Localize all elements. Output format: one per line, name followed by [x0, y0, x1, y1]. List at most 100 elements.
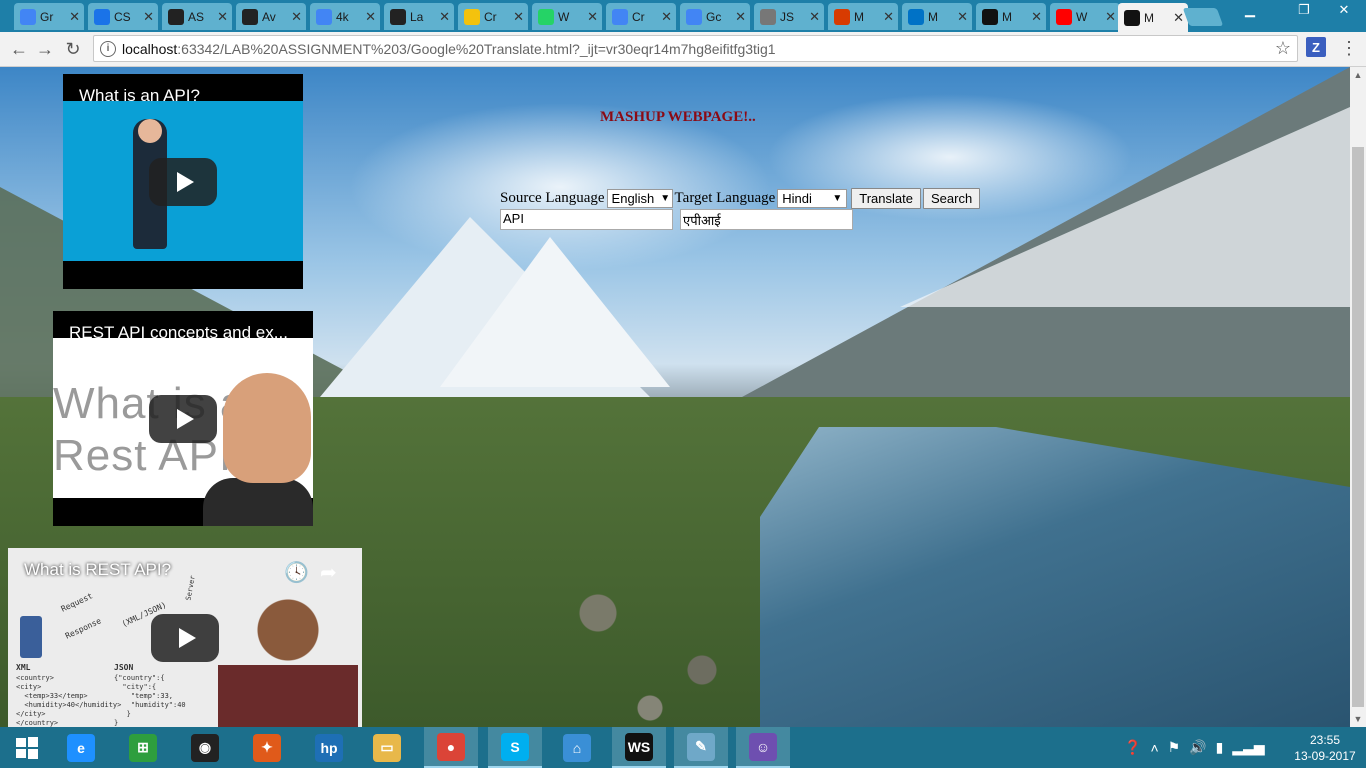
- play-button-icon[interactable]: [149, 158, 217, 206]
- menu-icon[interactable]: ⋮: [1340, 38, 1358, 59]
- vertical-scrollbar[interactable]: ▲ ▼: [1350, 67, 1366, 727]
- browser-tab[interactable]: Cr ✕: [606, 3, 676, 30]
- taskbar-app-button[interactable]: ⌂: [550, 727, 604, 768]
- play-button-icon[interactable]: [151, 614, 219, 662]
- xml-code: <country> <city> <temp>33</temp> <humidi…: [16, 674, 122, 727]
- system-clock[interactable]: 23:55 13-09-2017: [1290, 732, 1360, 764]
- taskbar-app-button[interactable]: ✎: [674, 727, 728, 768]
- video-thumbnail-person: [203, 478, 313, 526]
- watch-later-icon[interactable]: 🕓: [284, 560, 309, 585]
- request-label: Request: [59, 591, 95, 614]
- battery-icon[interactable]: ▮: [1216, 739, 1224, 756]
- background-rocks: [520, 537, 780, 727]
- response-label: Response: [63, 616, 103, 641]
- scroll-up-icon[interactable]: ▲: [1350, 67, 1366, 83]
- target-language-select[interactable]: Hindi ▼: [777, 189, 848, 208]
- google-icon: [686, 8, 702, 25]
- video-title[interactable]: What is REST API?: [24, 560, 171, 580]
- tab-label: Av: [262, 9, 276, 24]
- browser-tab[interactable]: Cr ✕: [458, 3, 528, 30]
- close-tab-icon[interactable]: ✕: [1031, 9, 1042, 25]
- help-icon[interactable]: ❓: [1124, 739, 1141, 756]
- tab-label: Cr: [632, 9, 645, 24]
- video-embed[interactable]: Request Response (XML/JSON) Server XML J…: [8, 548, 362, 727]
- start-button[interactable]: [0, 727, 54, 768]
- browser-tab[interactable]: W ✕: [1050, 3, 1120, 30]
- chevron-up-icon[interactable]: ˄: [1150, 740, 1158, 756]
- close-tab-icon[interactable]: ✕: [735, 9, 746, 25]
- close-tab-icon[interactable]: ✕: [439, 9, 450, 25]
- close-window-icon[interactable]: ✕: [1330, 0, 1358, 20]
- browser-tab[interactable]: AS ✕: [162, 3, 232, 30]
- extension-icon[interactable]: Z: [1306, 37, 1326, 57]
- source-text-input[interactable]: API: [500, 209, 673, 230]
- browser-tab[interactable]: 4k ✕: [310, 3, 380, 30]
- taskbar-app-button[interactable]: ✦: [240, 727, 294, 768]
- browser-tab[interactable]: CS ✕: [88, 3, 158, 30]
- browser-tab[interactable]: M ✕: [828, 3, 898, 30]
- taskbar-app-button[interactable]: e: [54, 727, 108, 768]
- volume-icon[interactable]: 🔊: [1189, 739, 1206, 756]
- close-tab-icon[interactable]: ✕: [291, 9, 302, 25]
- close-tab-icon[interactable]: ✕: [1105, 9, 1116, 25]
- back-icon[interactable]: ←: [8, 38, 30, 60]
- close-tab-icon[interactable]: ✕: [69, 9, 80, 25]
- url-host: localhost: [122, 40, 178, 57]
- restore-icon[interactable]: ❐: [1290, 0, 1318, 20]
- reload-icon[interactable]: ↻: [62, 38, 84, 60]
- browser-tab[interactable]: La ✕: [384, 3, 454, 30]
- taskbar-app-button[interactable]: ☺: [736, 727, 790, 768]
- browser-tab[interactable]: Gc ✕: [680, 3, 750, 30]
- close-tab-icon[interactable]: ✕: [809, 9, 820, 25]
- video-thumbnail-person: [223, 373, 311, 483]
- forward-icon[interactable]: →: [34, 38, 56, 60]
- bookmark-star-icon[interactable]: ☆: [1275, 38, 1291, 59]
- video-embed[interactable]: What is an API?: [63, 74, 303, 289]
- close-tab-icon[interactable]: ✕: [365, 9, 376, 25]
- browser-tab[interactable]: Av ✕: [236, 3, 306, 30]
- chrome-icon: ●: [437, 732, 465, 761]
- taskbar-app-button[interactable]: hp: [302, 727, 356, 768]
- flag-icon[interactable]: ⚑: [1168, 739, 1181, 756]
- search-button[interactable]: Search: [922, 188, 981, 209]
- taskbar-app-button[interactable]: S: [488, 727, 542, 768]
- clock-date: 13-09-2017: [1294, 749, 1356, 763]
- browser-tab[interactable]: Gr ✕: [14, 3, 84, 30]
- taskbar-app-button[interactable]: ⊞: [116, 727, 170, 768]
- translated-text-output[interactable]: एपीआई: [680, 209, 853, 230]
- scroll-down-icon[interactable]: ▼: [1350, 711, 1366, 727]
- close-tab-icon[interactable]: ✕: [217, 9, 228, 25]
- scrollbar-thumb[interactable]: [1352, 147, 1364, 707]
- taskbar-app-button[interactable]: ▭: [360, 727, 414, 768]
- minimize-icon[interactable]: ▁: [1236, 0, 1264, 20]
- browser-tab[interactable]: W ✕: [532, 3, 602, 30]
- share-icon[interactable]: ➦: [320, 560, 337, 585]
- source-language-select[interactable]: English ▼: [606, 189, 673, 208]
- address-bar[interactable]: i localhost:63342/LAB%20ASSIGNMENT%203/G…: [93, 35, 1298, 62]
- taskbar-app-button[interactable]: ●: [424, 727, 478, 768]
- browser-tab[interactable]: M ✕: [1118, 3, 1188, 32]
- close-tab-icon[interactable]: ✕: [883, 9, 894, 25]
- close-tab-icon[interactable]: ✕: [1173, 10, 1184, 26]
- json-icon: [760, 8, 776, 25]
- browser-tab[interactable]: M ✕: [902, 3, 972, 30]
- close-tab-icon[interactable]: ✕: [957, 9, 968, 25]
- close-tab-icon[interactable]: ✕: [143, 9, 154, 25]
- video-embed[interactable]: What is aRest API? REST API concepts and…: [53, 311, 313, 526]
- box-icon: [94, 8, 110, 25]
- new-tab-button[interactable]: [1182, 8, 1224, 26]
- translate-button[interactable]: Translate: [851, 188, 921, 209]
- browser-tab[interactable]: M ✕: [976, 3, 1046, 30]
- video-title[interactable]: What is an API?: [79, 86, 200, 106]
- close-tab-icon[interactable]: ✕: [661, 9, 672, 25]
- close-tab-icon[interactable]: ✕: [513, 9, 524, 25]
- tab-label: CS: [114, 9, 131, 24]
- taskbar-app-button[interactable]: WS: [612, 727, 666, 768]
- taskbar-app-button[interactable]: ◉: [178, 727, 232, 768]
- info-icon[interactable]: i: [100, 40, 116, 57]
- video-title[interactable]: REST API concepts and ex...: [69, 323, 288, 343]
- close-tab-icon[interactable]: ✕: [587, 9, 598, 25]
- browser-tab[interactable]: JS ✕: [754, 3, 824, 30]
- play-button-icon[interactable]: [149, 395, 217, 443]
- signal-icon[interactable]: ▂▃▅: [1232, 739, 1264, 756]
